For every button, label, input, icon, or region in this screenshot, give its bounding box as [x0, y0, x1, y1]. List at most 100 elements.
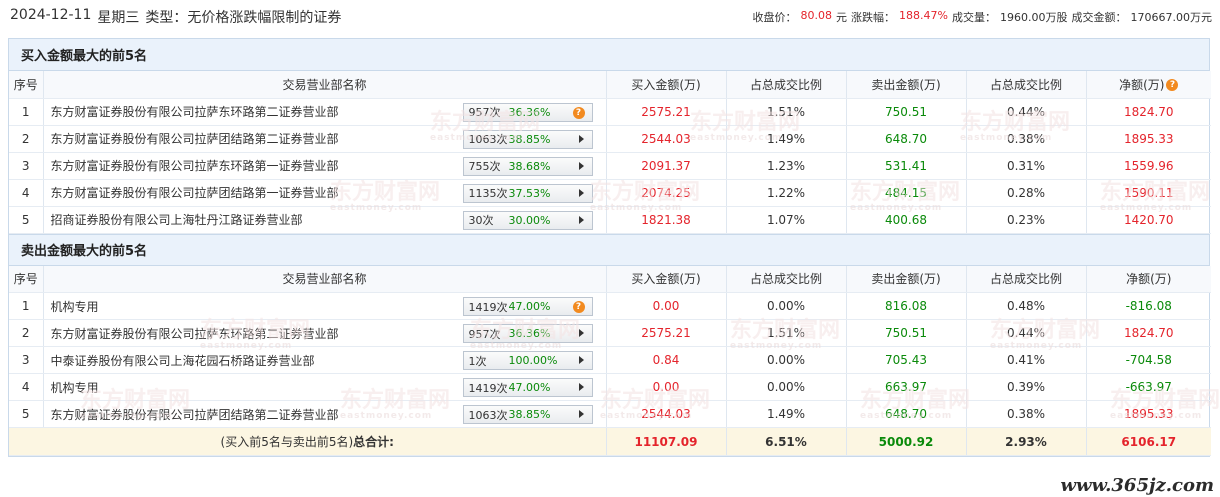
sell-table: 序号 交易营业部名称 买入金额(万) 占总成交比例 卖出金额(万) 占总成交比例…: [9, 265, 1211, 456]
buy-ratio: 1.51%: [726, 98, 847, 126]
buy-amount: 2575.21: [606, 98, 727, 126]
net-amount: 1590.11: [1086, 179, 1211, 207]
branch-name[interactable]: 东方财富证券股份有限公司拉萨团结路第二证券营业部: [51, 130, 339, 147]
buy-amount: 2544.03: [606, 125, 727, 153]
listing-count-button[interactable]: 30次 30.00%: [462, 210, 593, 230]
listing-times: 957次: [468, 327, 501, 341]
col-name: 交易营业部名称: [43, 265, 607, 293]
table-row: 1 东方财富证券股份有限公司拉萨东环路第二证券营业部 957次 36.36%? 2575…: [9, 98, 1211, 126]
total-buy-ratio: 6.51%: [726, 427, 847, 456]
net-amount: -816.08: [1086, 292, 1211, 320]
listing-count-button[interactable]: 957次 36.36%?: [462, 102, 593, 122]
trade-weekday: 星期三: [97, 10, 140, 26]
branch-name[interactable]: 东方财富证券股份有限公司拉萨团结路第一证券营业部: [51, 184, 339, 201]
branch-name[interactable]: 东方财富证券股份有限公司拉萨东环路第二证券营业部: [51, 325, 339, 342]
listing-count-button[interactable]: 1135次 37.53%: [462, 183, 593, 203]
buy-ratio: 1.51%: [726, 319, 847, 347]
listing-count-button[interactable]: 1063次 38.85%: [462, 129, 593, 149]
listing-times: 1063次: [468, 408, 508, 422]
net-amount: 1824.70: [1086, 98, 1211, 126]
col-buy-ratio: 占总成交比例: [726, 265, 847, 293]
table-row: 2 东方财富证券股份有限公司拉萨团结路第二证券营业部 1063次 38.85% 2544…: [9, 125, 1211, 153]
listing-times: 1419次: [468, 381, 508, 395]
branch-name[interactable]: 机构专用: [51, 379, 99, 396]
net-amount: 1824.70: [1086, 319, 1211, 347]
listing-count-button[interactable]: 1次 100.00%: [462, 351, 593, 370]
buy-amount: 2074.25: [606, 179, 727, 207]
table-row: 4 东方财富证券股份有限公司拉萨团结路第一证券营业部 1135次 37.53% 2074…: [9, 179, 1211, 207]
listing-count-button[interactable]: 1063次 38.85%: [462, 405, 593, 424]
col-sell: 卖出金额(万): [846, 265, 967, 293]
arrow-right-icon[interactable]: [578, 161, 584, 170]
close-unit: 元: [836, 11, 848, 24]
arrow-right-icon[interactable]: [578, 356, 584, 364]
col-seq: 序号: [9, 265, 44, 293]
sell-amount: 705.43: [846, 346, 967, 374]
buy-amount: 0.84: [606, 346, 727, 374]
net-amount: 1420.70: [1086, 206, 1211, 234]
buy-table: 序号 交易营业部名称 买入金额(万) 占总成交比例 卖出金额(万) 占总成交比例…: [9, 71, 1211, 234]
net-amount: -663.97: [1086, 373, 1211, 401]
listing-times: 30次: [468, 214, 494, 227]
question-icon[interactable]: ?: [1166, 78, 1179, 91]
question-icon[interactable]: ?: [572, 301, 585, 313]
sell-amount: 648.70: [846, 400, 967, 428]
sell-ratio: 0.31%: [966, 152, 1087, 180]
site-watermark: www.365jz.com: [1056, 475, 1218, 496]
branch-cell: 东方财富证券股份有限公司拉萨团结路第一证券营业部 1135次 37.53%: [43, 179, 607, 207]
total-row: (买入前5名与卖出前5名)总合计: 11107.09 6.51% 5000.92…: [9, 427, 1211, 456]
branch-name[interactable]: 中泰证券股份有限公司上海花园石桥路证券营业部: [51, 352, 315, 369]
listing-count-button[interactable]: 1419次 47.00%?: [462, 297, 593, 316]
close-label: 收盘价：: [752, 11, 797, 24]
buy-amount: 2091.37: [606, 152, 727, 180]
arrow-right-icon[interactable]: [578, 410, 584, 418]
col-sell-ratio: 占总成交比例: [966, 71, 1087, 99]
sell-ratio: 0.41%: [966, 346, 1087, 374]
total-sell-ratio: 2.93%: [966, 427, 1087, 456]
sell-ratio: 0.38%: [966, 400, 1087, 428]
row-seq: 1: [9, 98, 44, 126]
buy-table-body: 1 东方财富证券股份有限公司拉萨东环路第二证券营业部 957次 36.36%? 2575…: [9, 98, 1211, 234]
listing-times: 957次: [468, 106, 501, 119]
trade-date: 2024-12-11: [10, 7, 92, 23]
arrow-right-icon[interactable]: [578, 134, 584, 143]
branch-cell: 东方财富证券股份有限公司拉萨东环路第二证券营业部 957次 36.36%?: [43, 98, 607, 126]
sell-ratio: 0.28%: [966, 179, 1087, 207]
branch-name[interactable]: 东方财富证券股份有限公司拉萨团结路第二证券营业部: [51, 406, 339, 423]
arrow-right-icon[interactable]: [578, 383, 584, 391]
listing-count-button[interactable]: 755次 38.68%: [462, 156, 593, 176]
listing-rate: 37.53%: [508, 186, 551, 200]
branch-name[interactable]: 招商证券股份有限公司上海牡丹江路证券营业部: [51, 211, 303, 228]
trade-info: 2024-12-11 星期三 类型：无价格涨跌幅限制的证券: [10, 7, 341, 27]
sell-table-header: 序号 交易营业部名称 买入金额(万) 占总成交比例 卖出金额(万) 占总成交比例…: [9, 265, 1211, 293]
col-sell: 卖出金额(万): [846, 71, 967, 99]
arrow-right-icon[interactable]: [578, 188, 584, 197]
branch-name[interactable]: 机构专用: [51, 298, 99, 315]
buy-amount: 0.00: [606, 292, 727, 320]
col-net-label: 净额(万): [1119, 77, 1165, 92]
listing-count-button[interactable]: 957次 36.36%: [462, 324, 593, 343]
listing-times: 1135次: [468, 187, 508, 200]
listing-times: 1419次: [468, 300, 508, 314]
listing-times: 1063次: [468, 133, 508, 146]
arrow-right-icon[interactable]: [578, 215, 584, 224]
buy-section-title: 买入金额最大的前5名: [9, 39, 1209, 71]
summary-bar: 2024-12-11 星期三 类型：无价格涨跌幅限制的证券 收盘价： 80.08 元…: [0, 0, 1220, 34]
table-row: 3 中泰证券股份有限公司上海花园石桥路证券营业部 1次 100.00% 0.84 0.00…: [9, 346, 1211, 374]
sell-amount: 663.97: [846, 373, 967, 401]
sell-ratio: 0.38%: [966, 125, 1087, 153]
listing-count-button[interactable]: 1419次 47.00%: [462, 378, 593, 397]
question-icon[interactable]: ?: [572, 106, 585, 119]
table-row: 1 机构专用 1419次 47.00%? 0.00 0.00% 816.08 0.48% -81…: [9, 292, 1211, 320]
branch-name[interactable]: 东方财富证券股份有限公司拉萨东环路第一证券营业部: [51, 157, 339, 174]
col-seq: 序号: [9, 71, 44, 99]
listing-rate: 38.68%: [508, 159, 551, 173]
arrow-right-icon[interactable]: [578, 329, 584, 337]
change-label: 涨跌幅：: [851, 11, 896, 24]
row-seq: 4: [9, 373, 44, 401]
buy-ratio: 0.00%: [726, 292, 847, 320]
row-seq: 5: [9, 206, 44, 234]
volume-label: 成交量：: [952, 11, 996, 24]
branch-name[interactable]: 东方财富证券股份有限公司拉萨东环路第二证券营业部: [51, 103, 339, 120]
amount-value: 170667.00万元: [1130, 11, 1213, 24]
